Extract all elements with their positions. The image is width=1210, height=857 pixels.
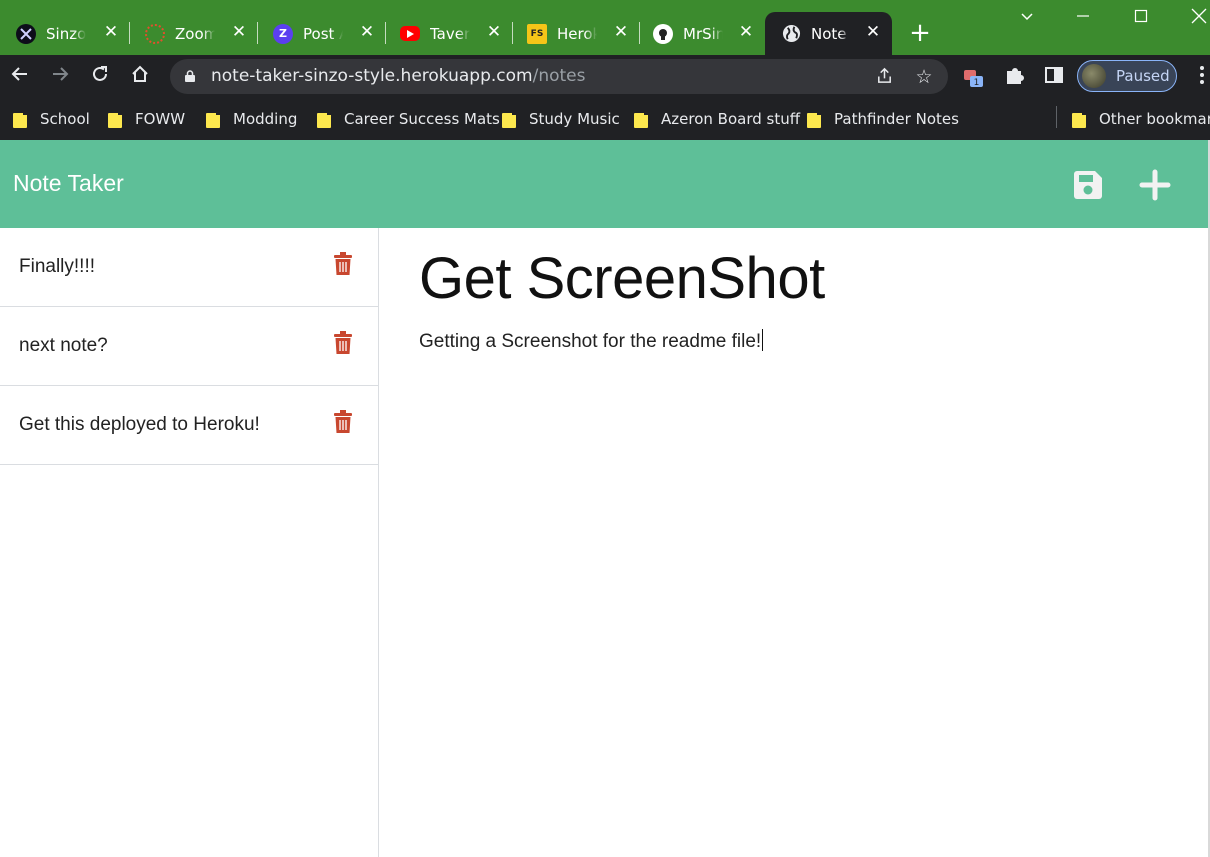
bookmarks-divider [1056, 106, 1057, 128]
bookmark-label: Other bookmarks [1099, 110, 1210, 128]
tab-zoom[interactable]: Zoom ✕ [129, 12, 258, 55]
tab-title: Tavern, [430, 24, 470, 43]
bookmark-label: School [40, 110, 90, 128]
bookmark-label: Study Music [529, 110, 620, 128]
z-logo-icon: Z [273, 23, 293, 44]
brand-title[interactable]: Note Taker [13, 170, 124, 197]
close-icon[interactable]: ✕ [612, 23, 630, 41]
tab-search-icon[interactable] [1015, 8, 1039, 32]
folder-icon [634, 110, 648, 128]
list-item[interactable]: next note? [0, 307, 378, 386]
x-logo-icon [16, 23, 36, 44]
lock-icon[interactable] [185, 70, 195, 82]
note-title-input[interactable]: Get ScreenShot [419, 245, 825, 312]
profile-label: Paused [1116, 67, 1170, 85]
bookmark-study-music[interactable]: Study Music [502, 107, 620, 131]
save-icon[interactable] [1071, 168, 1105, 202]
plus-icon[interactable] [1138, 168, 1172, 202]
trash-icon[interactable] [333, 252, 353, 276]
youtube-icon [400, 26, 420, 41]
tab-sinzo[interactable]: Sinzo | ✕ [0, 12, 130, 55]
folder-icon [502, 110, 516, 128]
note-body-text: Getting a Screenshot for the readme file… [419, 331, 762, 352]
text-caret [762, 329, 764, 351]
bookmark-pathfinder-notes[interactable]: Pathfinder Notes [807, 107, 959, 131]
tab-github[interactable]: MrSinz ✕ [637, 12, 765, 55]
tab-tavern[interactable]: Tavern, ✕ [384, 12, 513, 55]
menu-kebab-icon[interactable] [1190, 64, 1210, 88]
close-icon[interactable]: ✕ [358, 23, 376, 41]
bookmark-label: FOWW [135, 110, 186, 128]
folder-icon [13, 110, 27, 128]
window-close-icon[interactable] [1187, 8, 1210, 32]
tab-title: Zoom [175, 24, 215, 43]
url-text: note-taker-sinzo-style.herokuapp.com/not… [211, 66, 586, 86]
close-icon[interactable]: ✕ [737, 23, 755, 41]
bookmark-label: Modding [233, 110, 298, 128]
folder-icon [206, 110, 220, 128]
tab-title: Note Ta [811, 24, 851, 43]
browser-toolbar: note-taker-sinzo-style.herokuapp.com/not… [0, 55, 1210, 98]
github-icon [653, 23, 673, 44]
avatar [1082, 64, 1106, 88]
close-icon[interactable]: ✕ [102, 23, 120, 41]
bookmark-modding[interactable]: Modding [206, 107, 297, 131]
fs-logo-icon: FS [527, 23, 547, 44]
bookmark-label: Azeron Board stuff [661, 110, 801, 128]
close-icon[interactable]: ✕ [230, 23, 248, 41]
tab-title: Sinzo | [46, 24, 86, 43]
bookmark-label: Career Success Mats [344, 110, 500, 128]
bookmark-career-success-mats[interactable]: Career Success Mats [317, 107, 500, 131]
puzzle-icon[interactable] [1003, 64, 1027, 88]
forward-arrow-icon[interactable] [48, 64, 72, 88]
folder-icon [108, 110, 122, 128]
note-title[interactable]: Get this deployed to Heroku! [19, 414, 260, 436]
app-header: Note Taker [0, 140, 1208, 228]
notes-list: Finally!!!! next note? Get this deployed… [0, 228, 379, 857]
maximize-icon[interactable] [1129, 8, 1153, 32]
trash-icon[interactable] [333, 410, 353, 434]
bookmark-foww[interactable]: FOWW [108, 107, 185, 131]
url-host: note-taker-sinzo-style.herokuapp.com [211, 66, 533, 86]
zoom-gear-icon [145, 23, 165, 44]
side-panel-icon[interactable] [1042, 64, 1066, 88]
tab-title: Heroku [557, 24, 597, 43]
tab-heroku[interactable]: FS Heroku ✕ [511, 12, 640, 55]
back-arrow-icon[interactable] [8, 64, 32, 88]
new-tab-button[interactable]: + [906, 20, 934, 48]
url-path: /notes [532, 66, 586, 86]
folder-icon [1072, 110, 1086, 128]
bookmark-azeron-board-stuff[interactable]: Azeron Board stuff [634, 107, 800, 131]
other-bookmarks[interactable]: Other bookmarks [1072, 107, 1210, 131]
profile-button[interactable]: Paused [1077, 60, 1177, 92]
bookmark-school[interactable]: School [13, 107, 90, 131]
note-text-area[interactable]: Getting a Screenshot for the readme file… [419, 329, 764, 353]
note-taker-page: Note Taker Finally!!!! next note? Get th… [0, 140, 1210, 857]
extension-badge: 1 [974, 78, 980, 88]
folder-icon [317, 110, 331, 128]
note-title[interactable]: next note? [19, 335, 108, 357]
close-icon[interactable]: ✕ [864, 23, 882, 41]
reload-icon[interactable] [88, 64, 112, 88]
globe-icon [781, 24, 801, 44]
trash-icon[interactable] [333, 331, 353, 355]
tab-note-taker[interactable]: Note Ta ✕ [765, 12, 892, 55]
tab-post[interactable]: Z Post At ✕ [257, 12, 386, 55]
close-icon[interactable]: ✕ [485, 23, 503, 41]
extension-icon[interactable]: 1 [962, 64, 986, 88]
tab-title: Post At [303, 24, 343, 43]
address-bar[interactable]: note-taker-sinzo-style.herokuapp.com/not… [170, 59, 948, 94]
list-item[interactable]: Finally!!!! [0, 228, 378, 307]
list-item[interactable]: Get this deployed to Heroku! [0, 386, 378, 465]
minimize-icon[interactable] [1071, 8, 1095, 32]
home-icon[interactable] [128, 64, 152, 88]
folder-icon [807, 110, 821, 128]
bookmarks-bar: School FOWW Modding Career Success Mats … [0, 98, 1210, 140]
bookmark-star-icon[interactable]: ☆ [913, 66, 935, 88]
tab-strip: Sinzo | ✕ Zoom ✕ Z Post At ✕ Tavern, ✕ F… [0, 0, 1210, 55]
note-title[interactable]: Finally!!!! [19, 256, 95, 278]
bookmark-label: Pathfinder Notes [834, 110, 959, 128]
tab-title: MrSinz [683, 24, 723, 43]
share-icon[interactable] [873, 66, 895, 88]
